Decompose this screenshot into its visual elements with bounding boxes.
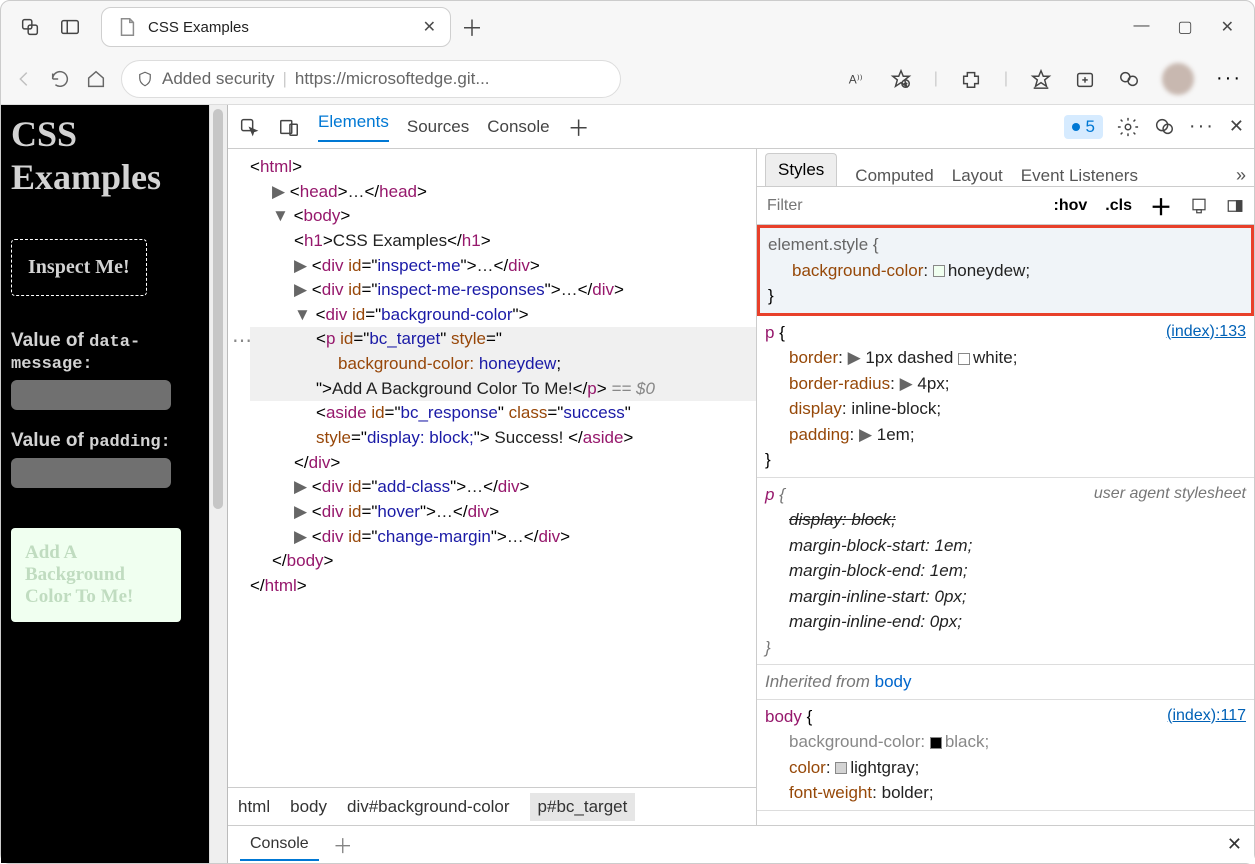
chat-icon[interactable]: [1118, 68, 1140, 90]
tab-computed[interactable]: Computed: [855, 166, 933, 186]
element-style-rule[interactable]: element.style { background-color: honeyd…: [757, 225, 1254, 316]
inspect-icon[interactable]: [238, 116, 260, 138]
tab-event-listeners[interactable]: Event Listeners: [1021, 166, 1138, 186]
close-window-icon[interactable]: ✕: [1221, 17, 1234, 37]
ua-rule[interactable]: user agent stylesheet p { display: block…: [757, 478, 1254, 666]
styles-panel: Styles Computed Layout Event Listeners »…: [756, 149, 1254, 825]
devtools-more-icon[interactable]: ···: [1189, 115, 1215, 138]
source-link[interactable]: (index):133: [1166, 320, 1246, 344]
page-scrollbar[interactable]: [209, 105, 227, 863]
url-text: https://microsoftedge.git...: [295, 69, 490, 89]
padding-input[interactable]: [11, 458, 171, 488]
collections-icon[interactable]: [1074, 68, 1096, 90]
padding-label: Value of padding:: [11, 430, 199, 452]
source-link[interactable]: (index):117: [1167, 704, 1246, 728]
profile-avatar[interactable]: [1162, 63, 1194, 95]
minimize-icon[interactable]: —: [1133, 17, 1149, 37]
tab-layout[interactable]: Layout: [952, 166, 1003, 186]
body-rule[interactable]: (index):117 body { background-color: bla…: [757, 700, 1254, 811]
honeydew-box[interactable]: Add A Background Color To Me!: [11, 528, 181, 622]
tab-styles[interactable]: Styles: [765, 153, 837, 186]
maximize-icon[interactable]: ▢: [1177, 17, 1192, 37]
inspect-me-box[interactable]: Inspect Me!: [11, 239, 147, 296]
shield-icon: [136, 70, 154, 88]
page-icon: [116, 16, 138, 38]
computed-styles-icon[interactable]: [1190, 197, 1208, 215]
styles-tabs: Styles Computed Layout Event Listeners »: [757, 149, 1254, 187]
breadcrumb[interactable]: html body div#background-color p#bc_targ…: [228, 787, 756, 825]
tab-title: CSS Examples: [148, 19, 413, 36]
devtools-drawer: Console ＋ ✕: [228, 825, 1254, 863]
dom-tree[interactable]: <html> ▶ <head>…</head> ▼ <body> <h1>CSS…: [228, 149, 756, 787]
hov-button[interactable]: :hov: [1054, 197, 1088, 215]
data-message-input[interactable]: [11, 380, 171, 410]
title-bar: CSS Examples ✕ ＋ — ▢ ✕: [1, 1, 1254, 53]
more-tabs-arrow-icon[interactable]: »: [1236, 165, 1246, 186]
styles-filter-bar: :hov .cls ＋: [757, 187, 1254, 225]
more-tabs-icon[interactable]: ＋: [568, 111, 590, 143]
page-heading: CSS Examples: [11, 113, 199, 199]
refresh-icon[interactable]: [49, 68, 71, 90]
tab-elements[interactable]: Elements: [318, 112, 389, 142]
settings-icon[interactable]: [1117, 116, 1139, 138]
new-style-icon[interactable]: ＋: [1150, 190, 1172, 222]
home-icon[interactable]: [85, 68, 107, 90]
toggle-panel-icon[interactable]: [1226, 197, 1244, 215]
p-rule[interactable]: (index):133 p { border: ▶ 1px dashed whi…: [757, 316, 1254, 478]
drawer-add-icon[interactable]: ＋: [333, 830, 353, 859]
browser-toolbar: Added security | https://microsoftedge.g…: [1, 53, 1254, 105]
tab-actions-icon[interactable]: [59, 16, 81, 38]
tab-sources[interactable]: Sources: [407, 117, 469, 137]
read-aloud-icon[interactable]: A⁾⁾: [846, 68, 868, 90]
page-content: CSS Examples Inspect Me! Value of data-m…: [1, 105, 209, 863]
drawer-close-icon[interactable]: ✕: [1227, 834, 1242, 855]
inherited-from: Inherited from body: [757, 665, 1254, 700]
new-tab-button[interactable]: ＋: [461, 11, 483, 43]
favorites-icon[interactable]: [1030, 68, 1052, 90]
devtools-panel: Elements Sources Console ＋ 5 ··· ✕ <html…: [227, 105, 1254, 863]
favorite-icon[interactable]: [890, 68, 912, 90]
svg-text:A⁾⁾: A⁾⁾: [848, 72, 862, 86]
devtools-close-icon[interactable]: ✕: [1229, 116, 1244, 137]
tab-close-icon[interactable]: ✕: [423, 17, 436, 37]
tab-console[interactable]: Console: [487, 117, 549, 137]
back-icon[interactable]: [13, 68, 35, 90]
devtools-toolbar: Elements Sources Console ＋ 5 ··· ✕: [228, 105, 1254, 149]
address-bar[interactable]: Added security | https://microsoftedge.g…: [121, 60, 621, 98]
security-label: Added security: [162, 69, 274, 89]
extensions-icon[interactable]: [960, 68, 982, 90]
elements-panel: <html> ▶ <head>…</head> ▼ <body> <h1>CSS…: [228, 149, 756, 825]
issues-badge[interactable]: 5: [1064, 115, 1102, 139]
workspaces-icon[interactable]: [19, 16, 41, 38]
data-message-label: Value of data-message:: [11, 330, 199, 374]
more-icon[interactable]: ···: [1216, 67, 1242, 90]
styles-filter-input[interactable]: [757, 187, 984, 224]
device-icon[interactable]: [278, 116, 300, 138]
drawer-console-tab[interactable]: Console: [240, 829, 319, 861]
feedback-icon[interactable]: [1153, 116, 1175, 138]
cls-button[interactable]: .cls: [1105, 197, 1132, 215]
browser-tab[interactable]: CSS Examples ✕: [101, 7, 451, 47]
